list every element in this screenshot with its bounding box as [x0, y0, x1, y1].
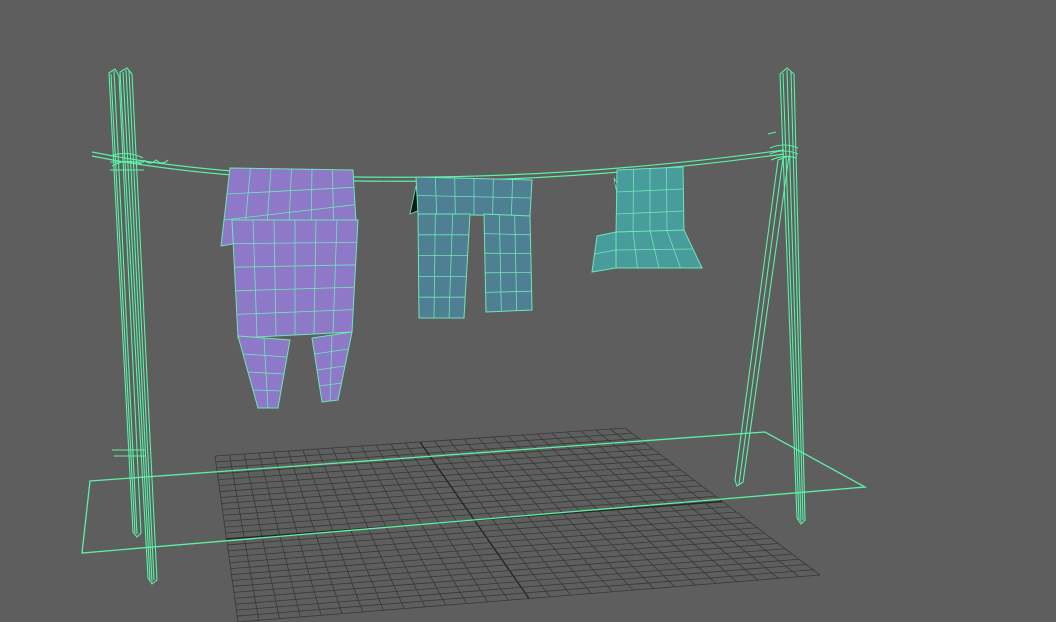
ground-grid: [214, 427, 821, 622]
grid-line: [237, 569, 814, 617]
perspective-viewport[interactable]: [0, 0, 1056, 622]
grid-line: [229, 522, 751, 564]
scene-canvas[interactable]: [0, 0, 1056, 622]
grid-line: [478, 437, 613, 593]
tee-body-edge: [666, 167, 668, 234]
tee-body-edge: [632, 169, 634, 236]
blue-pants[interactable]: [409, 176, 533, 319]
grid-line: [237, 574, 821, 622]
grid-line: [228, 511, 737, 552]
purple-shirt[interactable]: [220, 167, 359, 409]
grid-line: [522, 434, 675, 588]
teal-garment[interactable]: [591, 166, 703, 273]
right-post[interactable]: [734, 67, 806, 525]
grid-line: [236, 564, 807, 611]
left-post[interactable]: [108, 67, 158, 585]
pants-left-leg: [417, 213, 471, 319]
shirt-left-leg: [237, 335, 291, 409]
pants-right-leg: [483, 213, 533, 313]
grid-line: [492, 436, 634, 591]
grid-line: [228, 516, 744, 558]
grid-line: [463, 438, 592, 594]
grid-line: [227, 506, 730, 546]
